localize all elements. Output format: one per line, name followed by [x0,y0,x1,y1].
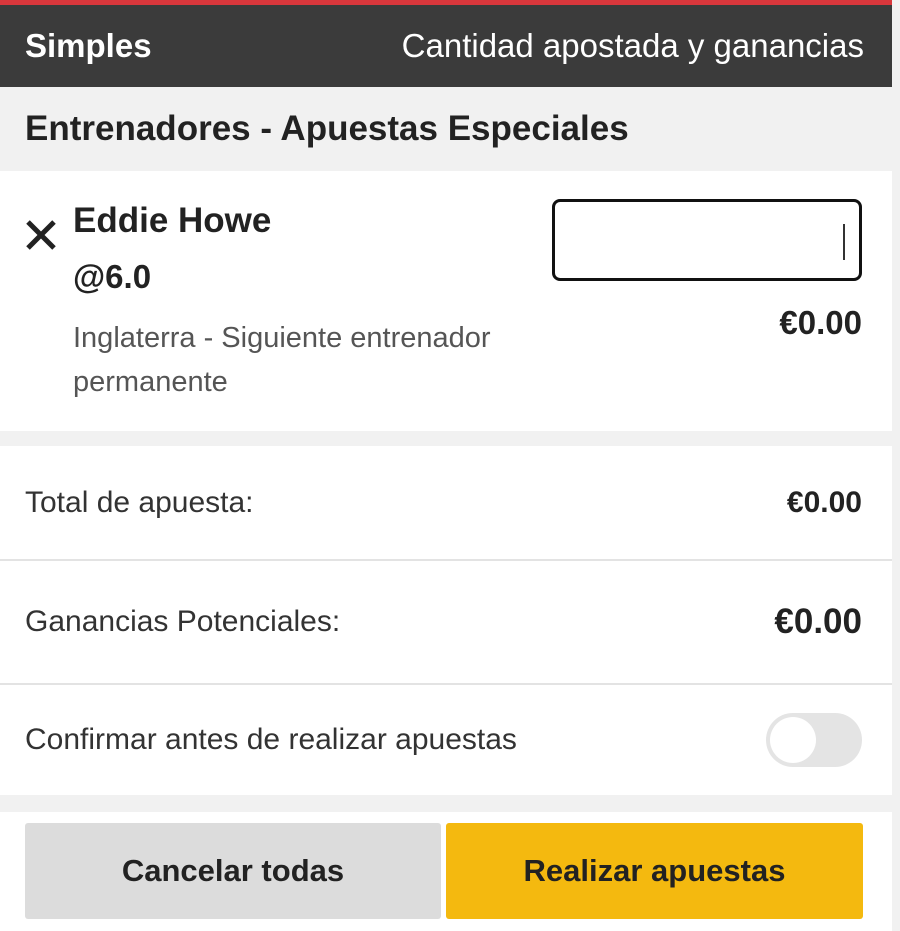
section-title: Entrenadores - Apuestas Especiales [0,87,892,171]
selection-odds: @6.0 [73,258,152,295]
bet-slip-panel: Simples Cantidad apostada y ganancias En… [0,0,892,931]
section-divider [0,431,892,446]
toggle-knob [770,717,816,763]
confirm-bets-toggle[interactable] [766,713,862,767]
stake-and-returns-label: Cantidad apostada y ganancias [401,27,864,64]
confirm-bets-label: Confirmar antes de realizar apuestas [25,723,517,756]
total-stake-row: Total de apuesta: €0.00 [0,446,892,561]
market-name: Inglaterra - Siguiente entrenador perman… [73,322,491,398]
bet-slip-header: Simples Cantidad apostada y ganancias [0,5,892,87]
potential-returns-value: €0.00 [774,602,862,641]
confirm-bets-row: Confirmar antes de realizar apuestas [0,685,892,795]
stake-input[interactable] [552,199,862,281]
action-buttons: Cancelar todas Realizar apuestas [0,812,892,931]
place-bets-button[interactable]: Realizar apuestas [446,823,863,919]
potential-returns-label: Ganancias Potenciales: [25,605,341,638]
selection-name: Eddie Howe [73,201,272,240]
singles-tab[interactable]: Simples [25,27,152,65]
total-stake-value: €0.00 [786,485,862,519]
text-cursor [843,224,845,260]
cancel-all-button[interactable]: Cancelar todas [25,823,441,919]
total-stake-label: Total de apuesta: [25,485,254,519]
potential-returns-row: Ganancias Potenciales: €0.00 [0,561,892,685]
bet-selection-card: Eddie Howe @6.0 Inglaterra - Siguiente e… [0,171,892,431]
bet-returns-amount: €0.00 [779,304,862,341]
close-icon[interactable] [23,217,59,253]
